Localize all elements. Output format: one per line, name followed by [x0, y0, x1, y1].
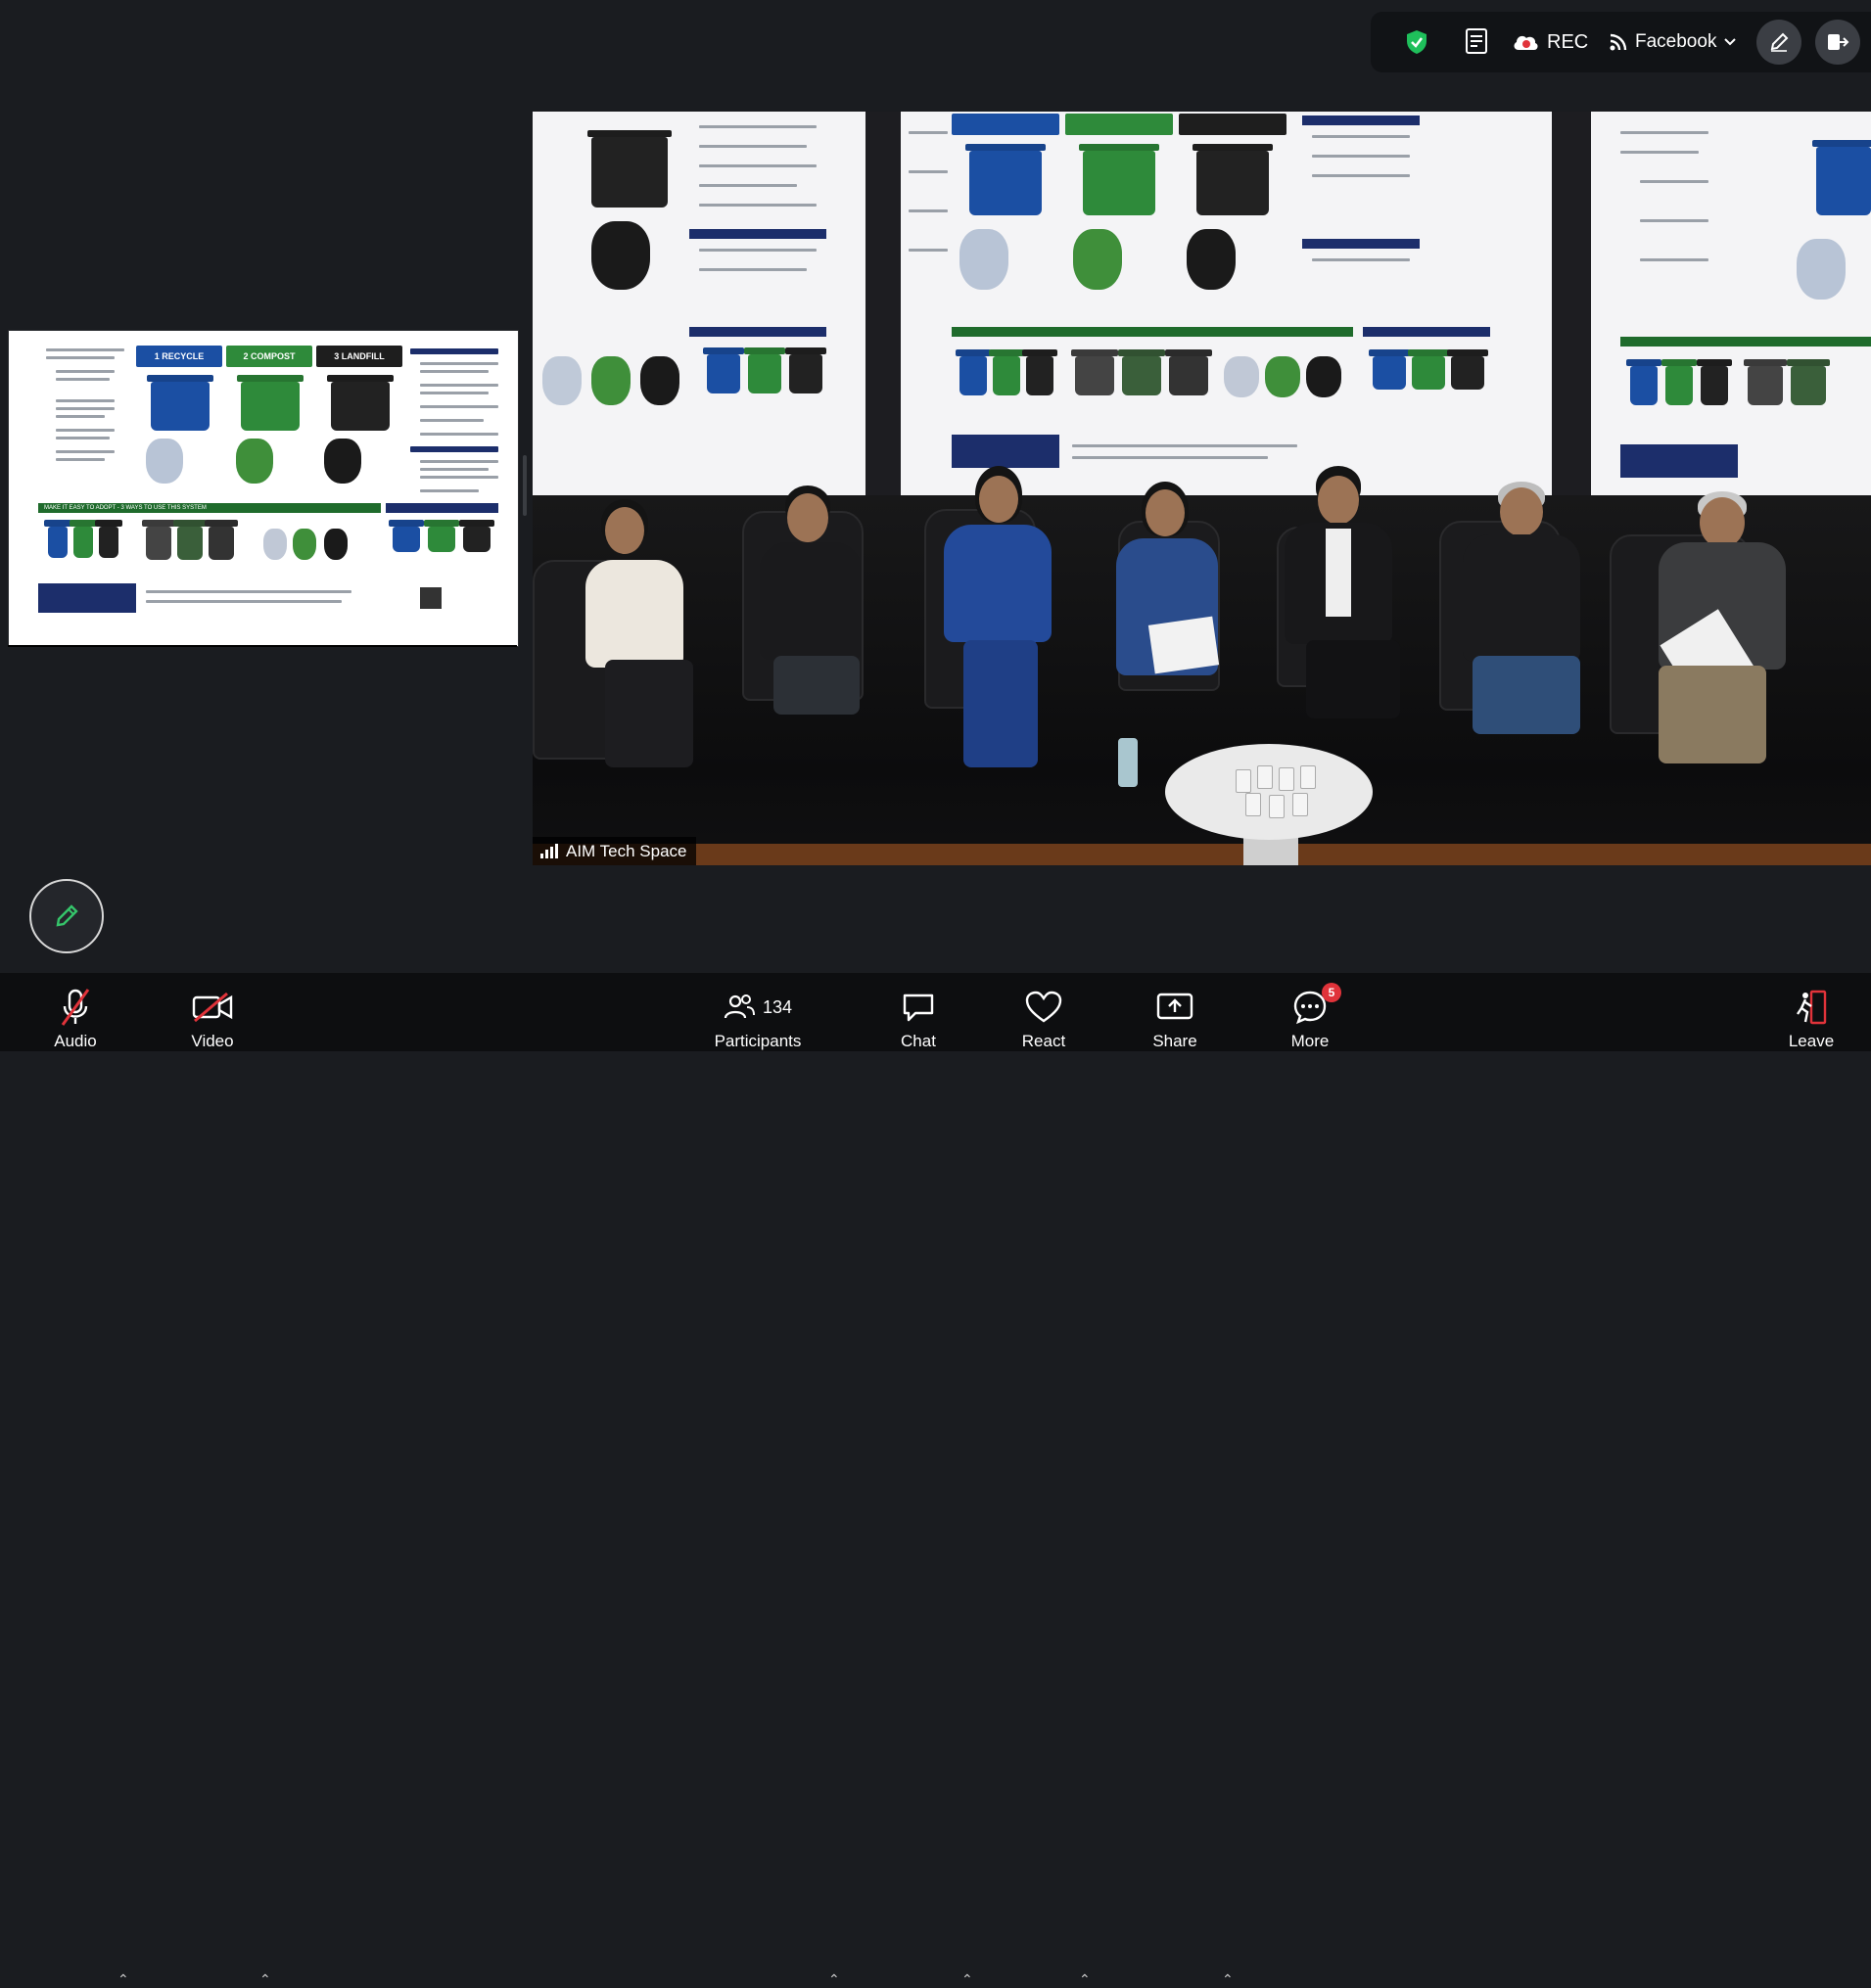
poster-compost-header: 2 COMPOST — [226, 346, 312, 367]
black-bag-icon — [324, 439, 361, 484]
shared-screen-thumbnail[interactable]: 1 RECYCLE 2 COMPOST 3 LANDFILL MAKE IT E… — [8, 330, 519, 647]
heart-icon — [1025, 991, 1062, 1023]
leave-button[interactable]: Leave — [1782, 973, 1841, 1051]
panel-resize-handle[interactable] — [523, 455, 527, 516]
signal-strength-icon — [540, 844, 558, 858]
captions-icon[interactable] — [1443, 12, 1512, 72]
share-screen-icon — [1828, 34, 1849, 50]
recycle-bin-icon — [151, 382, 210, 431]
projection-screen-right — [1591, 112, 1871, 495]
projection-screen-center — [901, 112, 1552, 495]
rss-icon — [1610, 33, 1627, 51]
recording-indicator[interactable]: REC — [1512, 12, 1610, 72]
main-video-feed[interactable]: AIM Tech Space — [533, 112, 1871, 865]
live-stream-menu[interactable]: Facebook — [1610, 12, 1756, 72]
clear-bag-icon — [146, 439, 183, 484]
poster-adopt-band: MAKE IT EASY TO ADOPT - 3 WAYS TO USE TH… — [38, 503, 381, 513]
chat-options-caret[interactable]: ⌃ — [961, 1971, 973, 1988]
poster-landfill-header: 3 LANDFILL — [316, 346, 402, 367]
microphone-muted-icon — [61, 989, 90, 1026]
more-notification-badge: 5 — [1322, 983, 1341, 1002]
react-label: React — [1021, 1032, 1066, 1050]
poster-recycle-header: 1 RECYCLE — [136, 346, 222, 367]
share-screen-icon — [1156, 993, 1193, 1020]
participants-label: Participants — [714, 1032, 802, 1050]
chat-label: Chat — [901, 1032, 936, 1050]
security-shield-icon[interactable] — [1390, 12, 1443, 72]
share-options-caret[interactable]: ⌃ — [1222, 1971, 1234, 1988]
react-button[interactable]: React — [1012, 973, 1075, 1051]
participants-icon — [724, 994, 755, 1019]
cloud-icon — [1514, 35, 1538, 50]
leave-label: Leave — [1788, 1032, 1835, 1050]
share-label: Share — [1152, 1032, 1197, 1050]
chat-button[interactable]: Chat — [889, 973, 948, 1051]
audio-options-caret[interactable]: ⌃ — [117, 1971, 129, 1988]
more-button[interactable]: 5 More — [1279, 973, 1341, 1051]
pencil-icon — [1770, 32, 1789, 52]
projection-screen-left — [533, 112, 865, 495]
share-button[interactable]: Share — [1144, 973, 1206, 1051]
meeting-status-bar: REC Facebook — [1371, 12, 1871, 72]
meeting-toolbar: Audio ⌃ Video ⌃ 134 Participants ⌃ Chat … — [0, 973, 1871, 1987]
speaker-name: AIM Tech Space — [566, 841, 687, 860]
annotate-button[interactable] — [1756, 20, 1801, 65]
speaker-name-tag: AIM Tech Space — [533, 837, 697, 865]
chevron-down-icon — [1724, 38, 1737, 46]
stream-label: Facebook — [1635, 31, 1717, 52]
react-options-caret[interactable]: ⌃ — [1079, 1971, 1091, 1988]
video-label: Video — [191, 1032, 234, 1050]
rec-label: REC — [1547, 30, 1589, 53]
participants-options-caret[interactable]: ⌃ — [828, 1971, 840, 1988]
audio-label: Audio — [54, 1032, 97, 1050]
participants-count: 134 — [762, 996, 793, 1017]
view-options-button[interactable] — [1815, 20, 1860, 65]
participants-button[interactable]: 134 Participants — [707, 973, 809, 1051]
pencil-icon — [56, 904, 78, 927]
compost-bin-icon — [241, 382, 300, 431]
video-options-caret[interactable]: ⌃ — [259, 1971, 271, 1988]
audio-button[interactable]: Audio — [39, 973, 112, 1051]
leave-door-icon — [1797, 990, 1827, 1025]
green-bag-icon — [236, 439, 273, 484]
video-button[interactable]: Video — [176, 973, 249, 1051]
more-label: More — [1290, 1032, 1330, 1050]
glass-table — [1165, 744, 1373, 840]
camera-off-icon — [192, 992, 233, 1023]
annotation-pen-button[interactable] — [29, 879, 104, 953]
landfill-bin-icon — [331, 382, 390, 431]
chat-bubble-icon — [903, 994, 934, 1022]
